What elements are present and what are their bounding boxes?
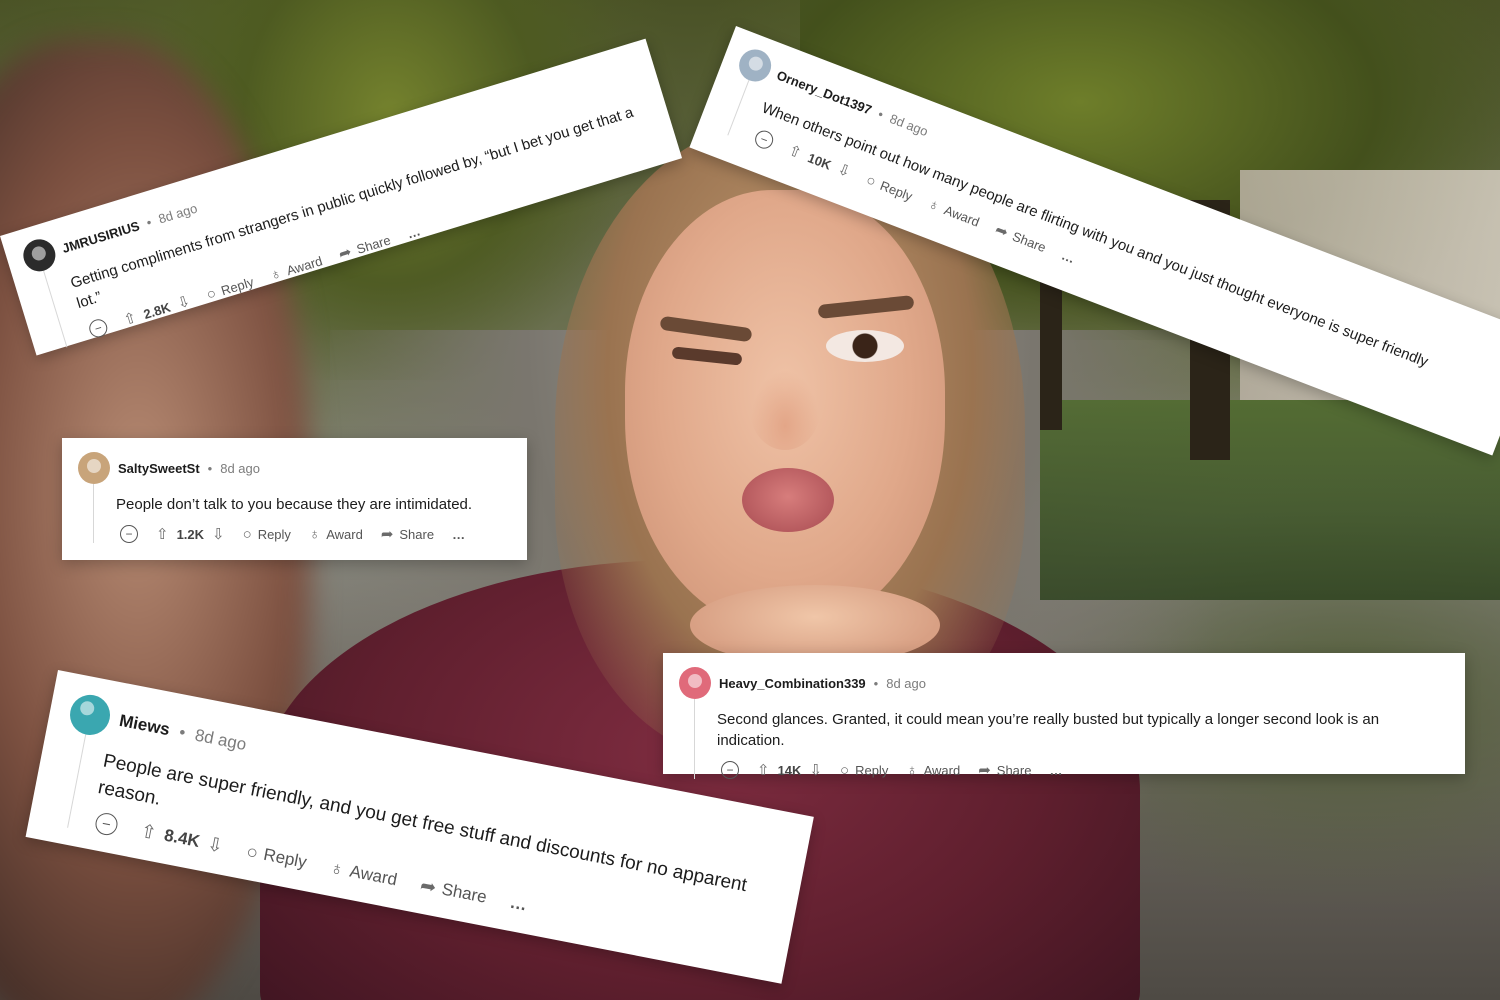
award-button[interactable]: ♁ Award: [906, 763, 960, 778]
upvote-icon[interactable]: ⇧: [786, 141, 804, 161]
downvote-icon[interactable]: ⇩: [175, 292, 192, 312]
vote-controls: ⇧ 1.2K ⇩: [156, 527, 225, 542]
thread-line[interactable]: [694, 699, 695, 779]
separator-dot: •: [876, 105, 886, 122]
upvote-icon[interactable]: ⇧: [156, 527, 169, 542]
vote-score: 8.4K: [162, 825, 202, 852]
puckered-lips: [742, 468, 834, 532]
reply-button[interactable]: ○ Reply: [243, 527, 291, 542]
speech-bubble-icon: ○: [863, 171, 879, 191]
more-options-button[interactable]: …: [1060, 247, 1078, 266]
comment-card: SaltySweetSt • 8d ago People don’t talk …: [62, 438, 527, 560]
share-arrow-icon: ➦: [992, 220, 1011, 242]
comment-age: 8d ago: [193, 725, 248, 755]
downvote-icon[interactable]: ⇩: [212, 527, 225, 542]
thread-line[interactable]: [93, 484, 94, 543]
speech-bubble-icon: ○: [204, 284, 219, 304]
username[interactable]: Heavy_Combination339: [719, 676, 866, 691]
comment-text: People don’t talk to you because they ar…: [116, 496, 473, 513]
more-options-button[interactable]: …: [452, 527, 466, 542]
collapse-icon[interactable]: −: [120, 525, 138, 543]
upvote-icon[interactable]: ⇧: [757, 763, 770, 778]
downvote-icon[interactable]: ⇩: [205, 834, 225, 858]
thread-line[interactable]: [43, 270, 68, 348]
award-ribbon-icon: ♁: [906, 761, 918, 779]
comment-meta: Heavy_Combination339 • 8d ago: [679, 667, 1449, 699]
comment-age: 8d ago: [887, 110, 931, 139]
award-ribbon-icon: ♁: [327, 857, 346, 881]
collapse-icon[interactable]: −: [93, 811, 120, 838]
vote-controls: ⇧ 14K ⇩: [757, 763, 822, 778]
upvote-icon[interactable]: ⇧: [122, 309, 139, 329]
speech-bubble-icon: ○: [244, 841, 260, 864]
award-ribbon-icon: ♁: [308, 525, 321, 543]
open-eye: [826, 330, 904, 362]
award-button[interactable]: ♁ Award: [309, 527, 363, 542]
comment-actions: − ⇧ 1.2K ⇩ ○ Reply ♁ Award ➦ Share …: [116, 525, 472, 543]
upvote-icon[interactable]: ⇧: [139, 821, 159, 845]
username[interactable]: Miews: [118, 711, 172, 740]
thread-line[interactable]: [67, 734, 87, 828]
share-arrow-icon: ➦: [380, 525, 394, 543]
separator-dot: •: [177, 722, 188, 743]
nose: [750, 370, 820, 450]
comment-age: 8d ago: [156, 200, 199, 227]
downvote-icon[interactable]: ⇩: [835, 160, 853, 180]
more-options-button[interactable]: …: [1049, 763, 1063, 778]
comment-age: 8d ago: [220, 460, 260, 476]
downvote-icon[interactable]: ⇩: [809, 763, 822, 778]
share-button[interactable]: ➦ Share: [381, 527, 434, 542]
share-arrow-icon: ➦: [336, 242, 354, 263]
vote-score: 1.2K: [176, 526, 205, 542]
reply-button[interactable]: ○ Reply: [840, 763, 888, 778]
user-avatar[interactable]: [679, 667, 711, 699]
username[interactable]: SaltySweetSt: [118, 461, 200, 476]
vote-score: 14K: [777, 762, 802, 778]
collapse-icon[interactable]: −: [721, 761, 739, 779]
speech-bubble-icon: ○: [242, 525, 252, 543]
comment-text: Second glances. Granted, it could mean y…: [717, 711, 1380, 749]
share-arrow-icon: ➦: [418, 874, 439, 899]
speech-bubble-icon: ○: [840, 761, 850, 779]
comment-actions: − ⇧ 14K ⇩ ○ Reply ♁ Award ➦ Share …: [717, 761, 1449, 779]
separator-dot: •: [144, 214, 154, 230]
share-arrow-icon: ➦: [978, 761, 991, 779]
more-options-button[interactable]: …: [508, 893, 529, 916]
share-button[interactable]: ➦ Share: [978, 763, 1031, 778]
more-options-button[interactable]: …: [405, 223, 423, 241]
separator-dot: •: [207, 460, 213, 476]
thread-line[interactable]: [727, 80, 750, 136]
separator-dot: •: [873, 675, 879, 691]
award-ribbon-icon: ♁: [267, 264, 284, 284]
user-avatar[interactable]: [78, 452, 110, 484]
comment-meta: SaltySweetSt • 8d ago: [78, 452, 511, 484]
comment-age: 8d ago: [886, 675, 926, 691]
comment-card: Heavy_Combination339 • 8d ago Second gla…: [663, 653, 1465, 779]
award-ribbon-icon: ♁: [925, 194, 943, 215]
